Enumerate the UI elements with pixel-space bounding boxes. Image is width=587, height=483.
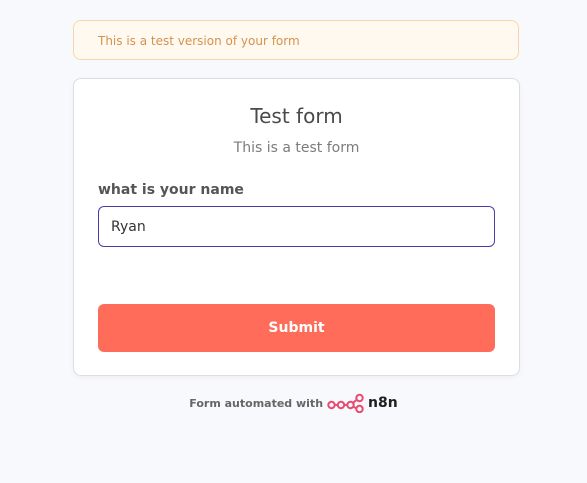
submit-button[interactable]: Submit	[98, 304, 495, 352]
footer-text: Form automated with	[189, 396, 324, 410]
form-card: Test form This is a test form what is yo…	[73, 78, 520, 376]
n8n-brand-text: n8n	[368, 395, 398, 411]
name-input[interactable]	[98, 206, 495, 247]
form-title: Test form	[250, 104, 343, 128]
n8n-logo-icon	[327, 393, 364, 413]
powered-by-footer: Form automated with n8n	[0, 392, 587, 414]
form-subtitle: This is a test form	[233, 140, 360, 156]
name-field-label: what is your name	[98, 182, 244, 198]
n8n-logo[interactable]: n8n	[327, 393, 398, 413]
test-version-banner: This is a test version of your form	[73, 20, 519, 60]
banner-text: This is a test version of your form	[98, 34, 300, 48]
